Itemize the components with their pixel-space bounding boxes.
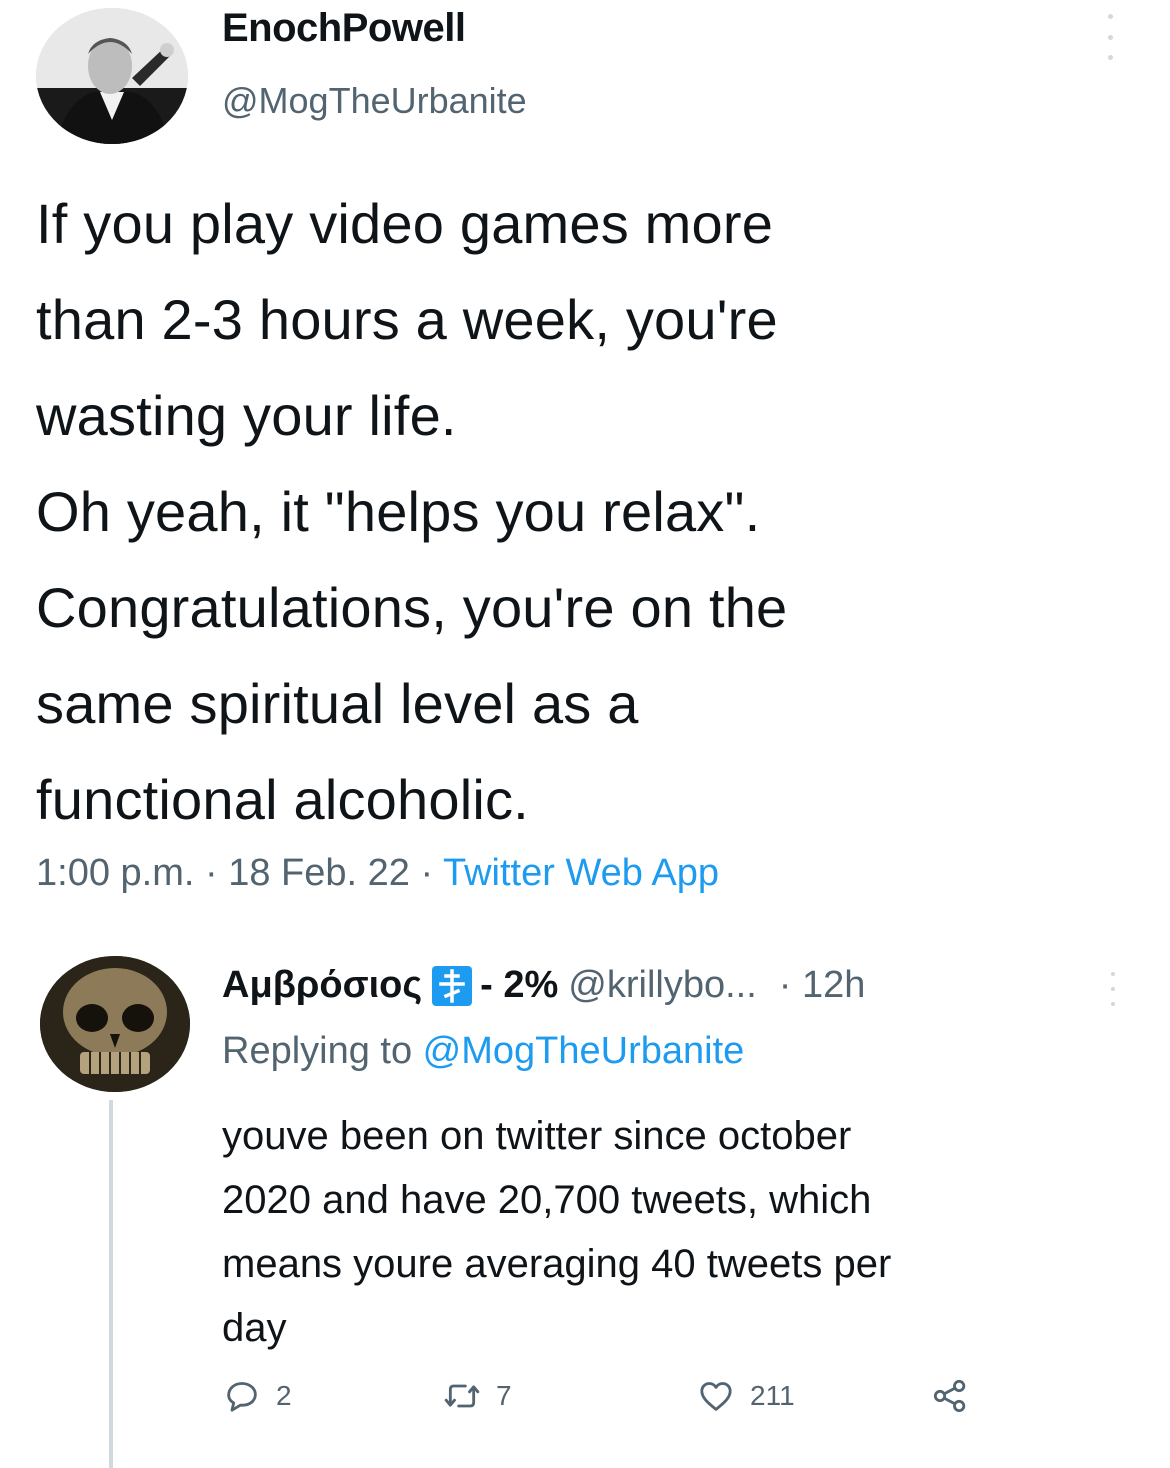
reply-count: 2 <box>276 1380 292 1411</box>
reply-text-line: day <box>222 1306 287 1350</box>
retweet-button[interactable]: 7 <box>442 1366 512 1426</box>
orthodox-cross-icon <box>432 965 473 1006</box>
meta-separator: · <box>194 852 229 894</box>
tweet-time[interactable]: 1:00 p.m. <box>36 852 194 894</box>
reply-author-name[interactable]: Αμβρόσιος <box>222 964 422 1007</box>
reply-name-tag: - 2% <box>480 964 559 1006</box>
replying-to-label: Replying to <box>222 1030 423 1072</box>
reply-text-line: means youre averaging 40 tweets per <box>222 1242 892 1286</box>
share-icon <box>933 1379 966 1413</box>
author-avatar[interactable] <box>36 8 188 144</box>
replying-to-line: Replying to @MogTheUrbanite <box>222 1030 744 1073</box>
like-button[interactable]: 211 <box>696 1366 795 1426</box>
tweet-text: If you play video games more than 2-3 ho… <box>36 176 1126 848</box>
retweet-count: 7 <box>496 1380 512 1411</box>
reply-text-line: 2020 and have 20,700 tweets, which <box>222 1178 872 1222</box>
tweet-date[interactable]: 18 Feb. 22 <box>228 852 410 894</box>
reply-text: youve been on twitter since october 2020… <box>222 1104 1122 1360</box>
retweet-icon <box>444 1384 480 1408</box>
reply-more-options-icon[interactable] <box>1106 972 1120 1006</box>
share-button[interactable] <box>930 1366 970 1426</box>
meta-separator: · <box>409 852 443 894</box>
tweet-text-line: functional alcoholic. <box>36 768 529 831</box>
reply-button[interactable]: 2 <box>222 1366 292 1426</box>
reply-header: Αμβρόσιος - 2% @krillybo... · 12h <box>222 964 865 1007</box>
tweet-meta: 1:00 p.m. · 18 Feb. 22 · Twitter Web App <box>36 852 719 895</box>
more-options-icon[interactable] <box>1100 14 1120 60</box>
tweet-text-line: than 2-3 hours a week, you're <box>36 288 778 351</box>
skull-avatar-photo <box>40 956 190 1092</box>
thread-connector-line <box>109 1100 113 1468</box>
reply-timestamp[interactable]: · 12h <box>779 964 866 1007</box>
author-display-name[interactable]: EnochPowell <box>222 6 466 51</box>
tweet-text-line: If you play video games more <box>36 192 774 255</box>
author-avatar-photo <box>36 8 188 144</box>
author-handle[interactable]: @MogTheUrbanite <box>222 80 527 122</box>
tweet-text-line: same spiritual level as a <box>36 672 639 735</box>
reply-action-bar: 2 7 211 <box>222 1366 982 1426</box>
tweet-text-line: Congratulations, you're on the <box>36 576 788 639</box>
reply-author-handle[interactable]: @krillybo... <box>568 964 757 1007</box>
tweet-screenshot: EnochPowell @MogTheUrbanite If you play … <box>0 0 1170 1468</box>
like-count: 211 <box>750 1380 795 1411</box>
replying-to-mention[interactable]: @MogTheUrbanite <box>423 1030 745 1072</box>
reply-author-avatar[interactable] <box>40 956 190 1092</box>
heart-icon <box>700 1382 732 1411</box>
reply-text-line: youve been on twitter since october <box>222 1114 852 1158</box>
tweet-source[interactable]: Twitter Web App <box>443 852 719 894</box>
comment-icon <box>227 1382 257 1412</box>
tweet-text-line: wasting your life. <box>36 384 457 447</box>
tweet-text-line: Oh yeah, it "helps you relax". <box>36 480 761 543</box>
